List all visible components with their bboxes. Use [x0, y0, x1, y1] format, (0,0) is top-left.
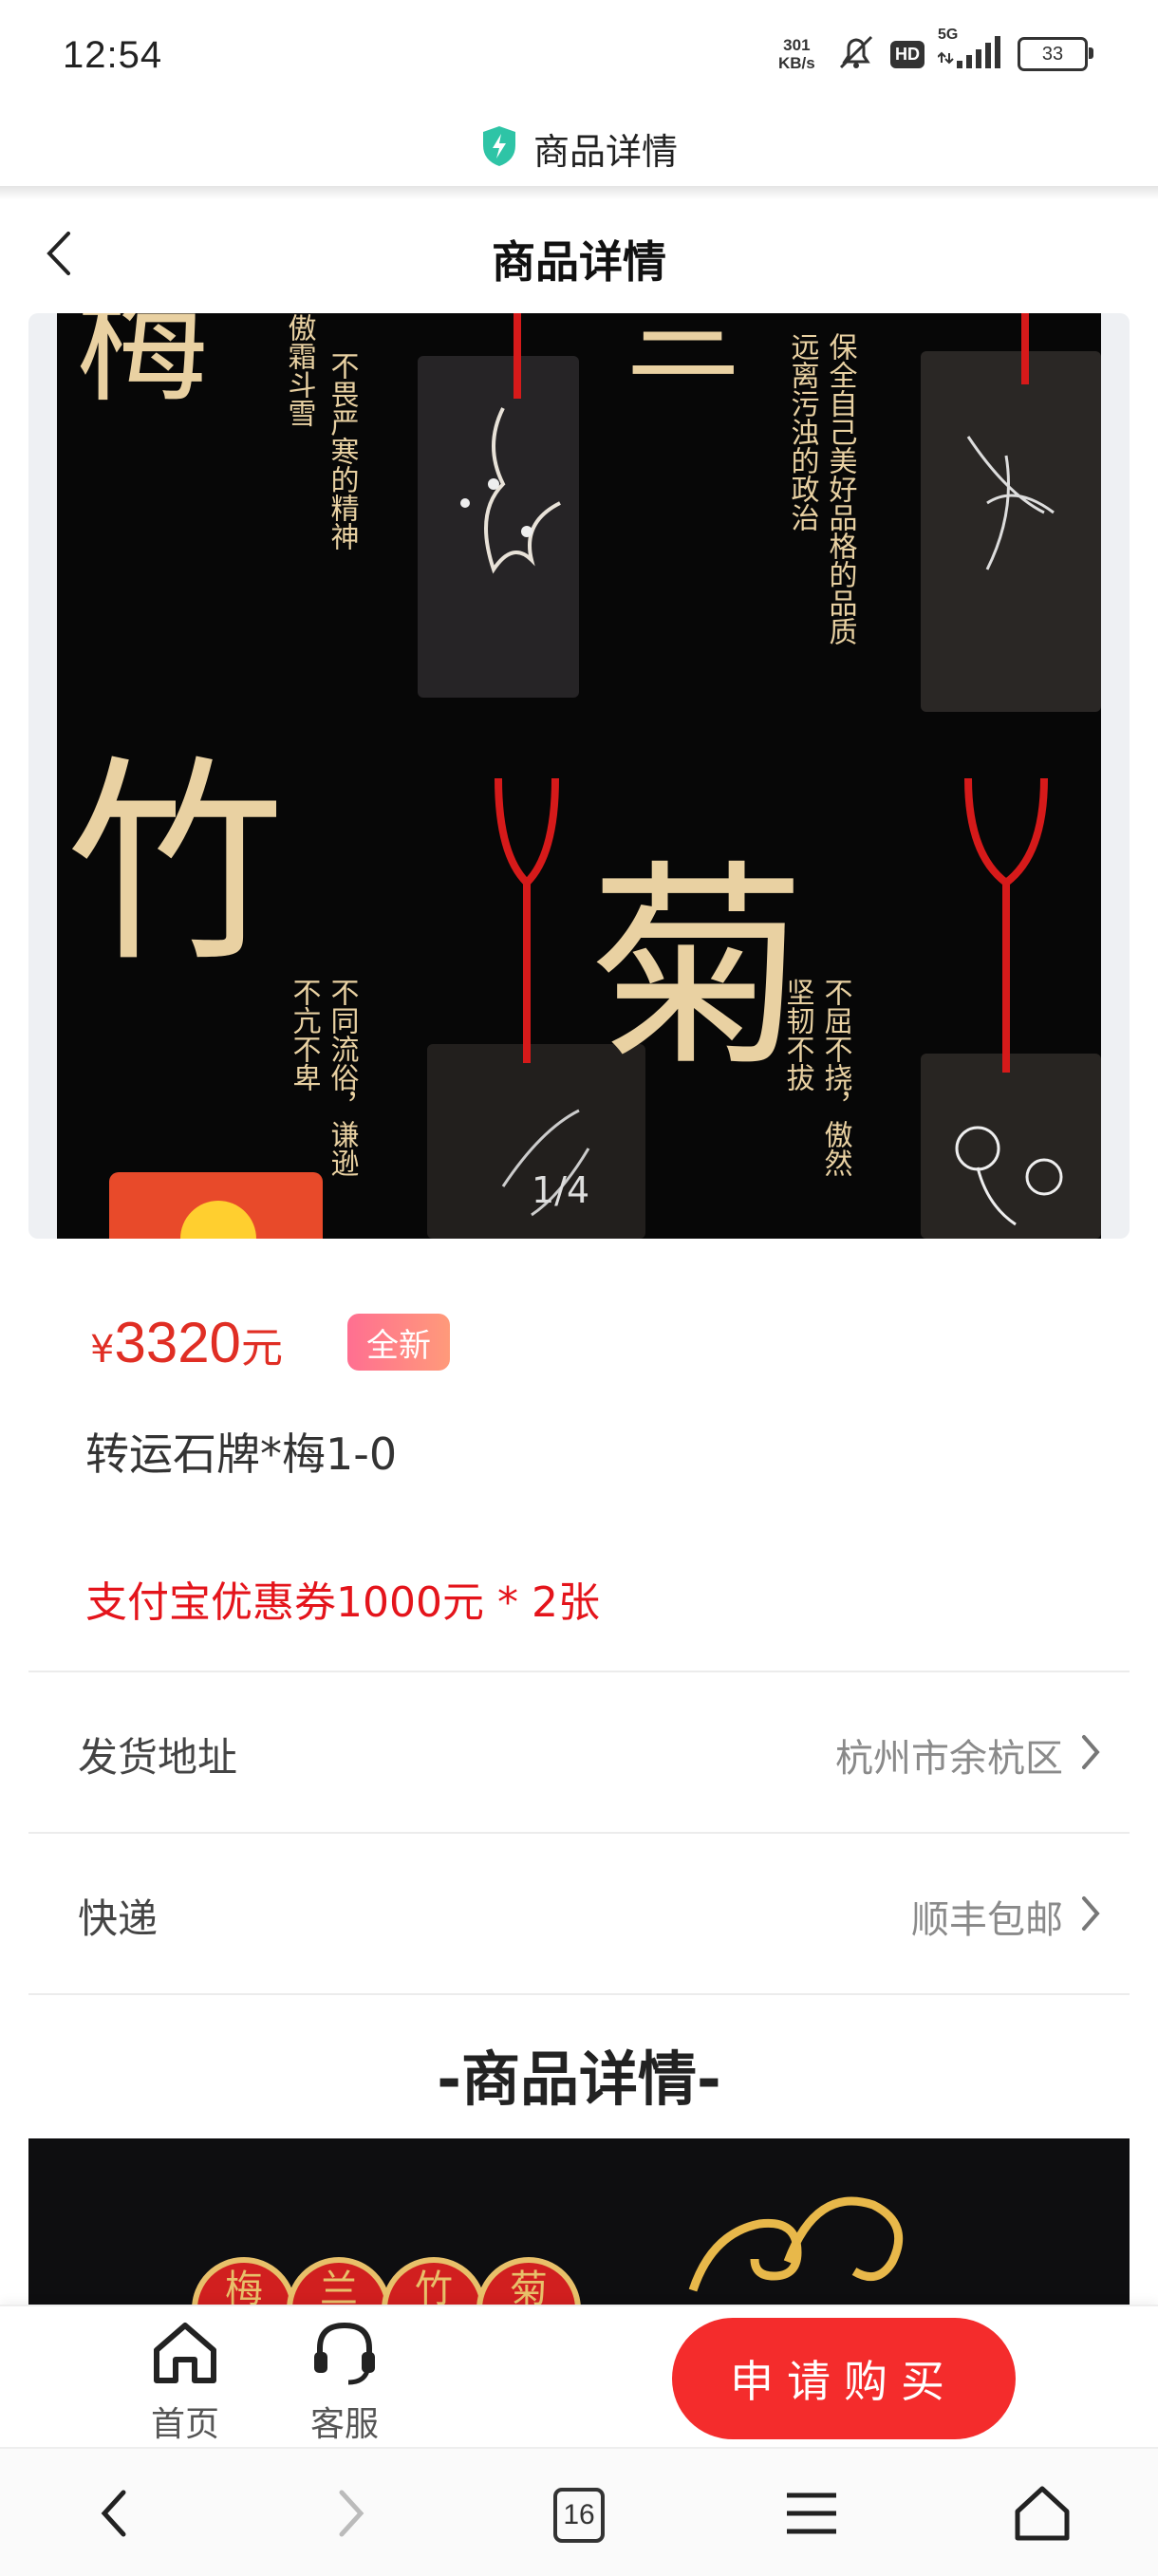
browser-home-button[interactable] [1004, 2477, 1080, 2553]
shipping-address-row[interactable]: 发货地址 杭州市余杭区 [0, 1672, 1158, 1832]
battery-icon: 33 [1018, 37, 1093, 71]
tabs-count: 16 [553, 2488, 605, 2543]
network-speed-value: 301 [783, 36, 811, 54]
chevron-right-icon [1078, 1895, 1103, 1932]
product-image-carousel[interactable]: 竹 菊 梅 兰 不畏严寒的精神 傲霜斗雪 保全自己美好品格的品质 远离污浊的政治… [57, 313, 1101, 1239]
product-photo: 竹 菊 梅 兰 不畏严寒的精神 傲霜斗雪 保全自己美好品格的品质 远离污浊的政治… [57, 313, 1101, 1239]
home-icon [1012, 2483, 1073, 2548]
shield-icon [480, 124, 518, 172]
svg-text:兰: 兰 [626, 313, 740, 398]
chevron-left-icon [95, 2485, 133, 2546]
detail-chip-1: 兰 [320, 2268, 358, 2305]
divider [28, 1993, 1130, 1995]
svg-text:不亢不卑: 不亢不卑 [288, 978, 321, 1092]
detail-chip-0: 梅 [225, 2268, 263, 2305]
tabs-button[interactable]: 16 [541, 2477, 617, 2553]
page-header: 商品详情 [0, 199, 1158, 308]
product-name: 转运石牌*梅1-0 [85, 1428, 398, 1480]
battery-level: 33 [1041, 43, 1064, 65]
status-bar: 12:54 301 KB/s HD 5G 33 [0, 0, 1158, 109]
hd-icon: HD [890, 40, 925, 68]
svg-text:不畏严寒的精神: 不畏严寒的精神 [326, 351, 360, 551]
svg-text:不屈不挠，傲然: 不屈不挠，傲然 [819, 978, 853, 1177]
mute-bell-icon [835, 33, 877, 75]
status-time: 12:54 [63, 34, 163, 76]
svg-text:保全自己美好品格的品质: 保全自己美好品格的品质 [824, 332, 858, 645]
price-value: 3320 [114, 1311, 241, 1374]
browser-title: 商品详情 [532, 130, 678, 173]
delivery-row[interactable]: 快递 顺丰包邮 [0, 1834, 1158, 1993]
svg-text:梅: 梅 [76, 313, 209, 421]
shipping-address-label: 发货地址 [78, 1734, 238, 1781]
svg-text:坚韧不拔: 坚韧不拔 [781, 978, 814, 1092]
customer-service-tab-label: 客服 [309, 2405, 379, 2444]
signal-label: 5G [938, 27, 959, 43]
condition-badge: 全新 [347, 1314, 450, 1371]
title-bar-shadow [0, 186, 1158, 199]
browser-back-button[interactable] [76, 2477, 152, 2553]
network-speed-unit: KB/s [778, 54, 815, 72]
menu-button[interactable] [774, 2477, 850, 2553]
headset-icon [307, 2314, 383, 2394]
browser-nav-bar: 16 [0, 2447, 1158, 2576]
detail-image-art: 梅 兰 竹 菊 [28, 2138, 1130, 2305]
bottom-action-bar: 首页 客服 申请购买 [0, 2305, 1158, 2447]
svg-text:远离污浊的政治: 远离污浊的政治 [786, 332, 820, 532]
coupon-text: 支付宝优惠券1000元 * 2张 [85, 1578, 600, 1627]
home-icon [149, 2316, 221, 2392]
browser-title-bar: 商品详情 [0, 109, 1158, 187]
delivery-label: 快递 [78, 1895, 159, 1942]
signal-icon: 5G [937, 27, 1004, 74]
detail-section-title: -商品详情- [437, 2044, 721, 2114]
detail-image: 梅 兰 竹 菊 [28, 2138, 1130, 2305]
home-tab-label: 首页 [150, 2405, 219, 2444]
price-symbol: ¥ [90, 1328, 115, 1372]
network-speed: 301 KB/s [778, 36, 815, 72]
home-tab[interactable]: 首页 [133, 2306, 237, 2447]
price-unit: 元 [240, 1324, 283, 1372]
chevron-right-icon [332, 2485, 370, 2546]
page-title: 商品详情 [492, 236, 666, 288]
price: ¥3320元 [90, 1310, 283, 1375]
detail-chip-3: 菊 [510, 2268, 548, 2305]
svg-text:傲霜斗雪: 傲霜斗雪 [283, 313, 317, 427]
customer-service-tab[interactable]: 客服 [292, 2306, 397, 2447]
shipping-address-value: 杭州市余杭区 [835, 1737, 1063, 1781]
chevron-right-icon [1078, 1733, 1103, 1771]
svg-text:菊: 菊 [588, 843, 807, 1096]
delivery-value: 顺丰包邮 [911, 1898, 1063, 1942]
menu-icon [783, 2490, 840, 2541]
status-icons: HD 5G 33 [835, 27, 1093, 76]
svg-text:竹: 竹 [66, 738, 285, 992]
apply-purchase-button[interactable]: 申请购买 [672, 2318, 1016, 2439]
carousel-pager: 1/4 [532, 1169, 590, 1211]
svg-text:不同流俗，谦逊: 不同流俗，谦逊 [326, 978, 360, 1177]
detail-chip-2: 竹 [415, 2268, 453, 2305]
browser-forward-button[interactable] [313, 2477, 389, 2553]
